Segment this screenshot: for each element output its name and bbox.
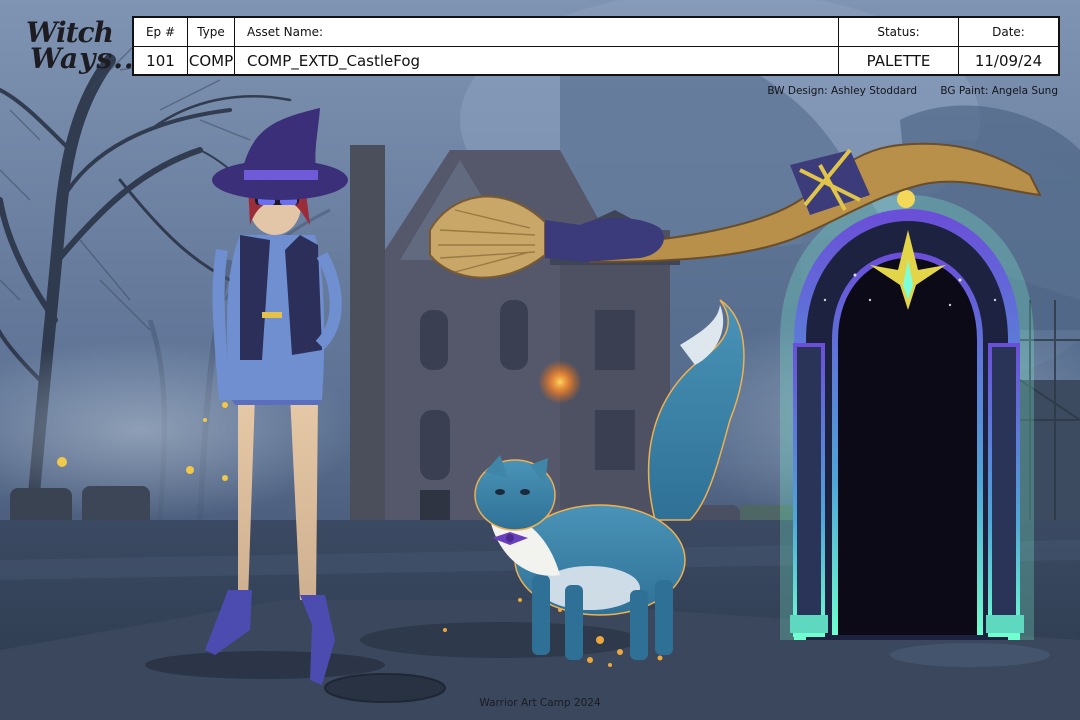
credits-line: BW Design: Ashley Stoddard BG Paint: Ang…	[747, 85, 1058, 97]
date-value: 11/09/24	[974, 52, 1043, 70]
logo-line-2: Ways..	[30, 42, 135, 75]
type-value: COMP	[188, 47, 235, 76]
type-header: Type	[188, 18, 235, 47]
bw-design-credit: BW Design: Ashley Stoddard	[767, 85, 917, 97]
portal	[780, 190, 1034, 640]
status-header: Status:	[839, 18, 959, 47]
status-value: PALETTE	[839, 47, 959, 76]
ep-header: Ep #	[134, 18, 188, 47]
asset-name-value: COMP_EXTD_CastleFog	[235, 47, 839, 76]
ep-value: 101	[134, 47, 188, 76]
asset-name-header: Asset Name:	[235, 18, 839, 47]
show-logo: Witch Ways..	[22, 16, 134, 76]
comp-frame: Witch Ways.. Ep # Type Asset Name: Statu…	[0, 0, 1080, 720]
production-slate: Ep # Type Asset Name: Status: Date: 101 …	[132, 16, 1060, 76]
background-painting	[0, 0, 1080, 720]
date-header: Date:	[959, 18, 1058, 47]
bg-paint-credit: BG Paint: Angela Sung	[940, 85, 1058, 97]
footer-credit: Warrior Art Camp 2024	[479, 697, 601, 709]
